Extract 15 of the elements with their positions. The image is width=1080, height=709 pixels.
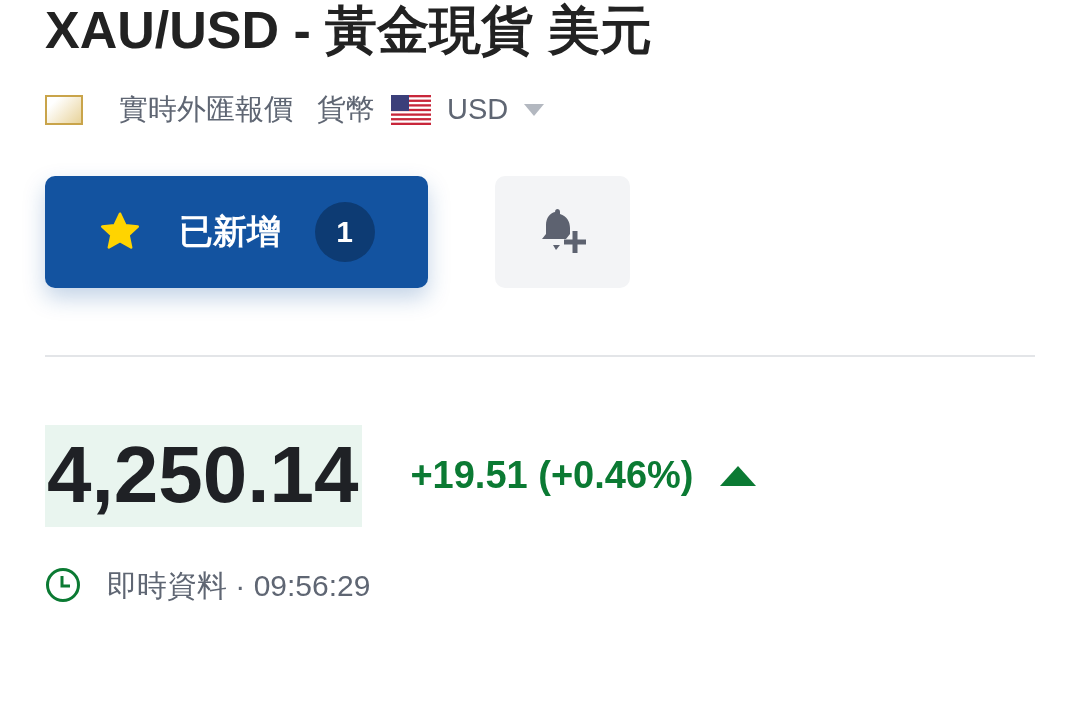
us-flag-icon xyxy=(391,94,431,125)
currency-label: 貨幣 xyxy=(317,92,375,127)
price-change: +19.51 (+0.46%) xyxy=(410,453,694,498)
star-icon xyxy=(98,211,141,252)
data-status-text: 即時資料 · 09:56:29 xyxy=(107,567,371,604)
clock-icon xyxy=(45,567,81,603)
source-label: 實時外匯報價 xyxy=(119,92,293,127)
page-title: XAU/USD - 黃金現貨 美元 xyxy=(45,4,653,56)
added-watchlist-button[interactable]: 已新增 1 xyxy=(45,175,428,288)
price-value: 4,250.14 xyxy=(45,424,363,527)
count-badge: 1 xyxy=(314,201,375,262)
currency-dropdown[interactable]: USD xyxy=(447,88,545,132)
add-alert-button[interactable] xyxy=(495,175,630,288)
caret-icon xyxy=(524,103,545,116)
market-swatch-icon xyxy=(45,94,83,125)
